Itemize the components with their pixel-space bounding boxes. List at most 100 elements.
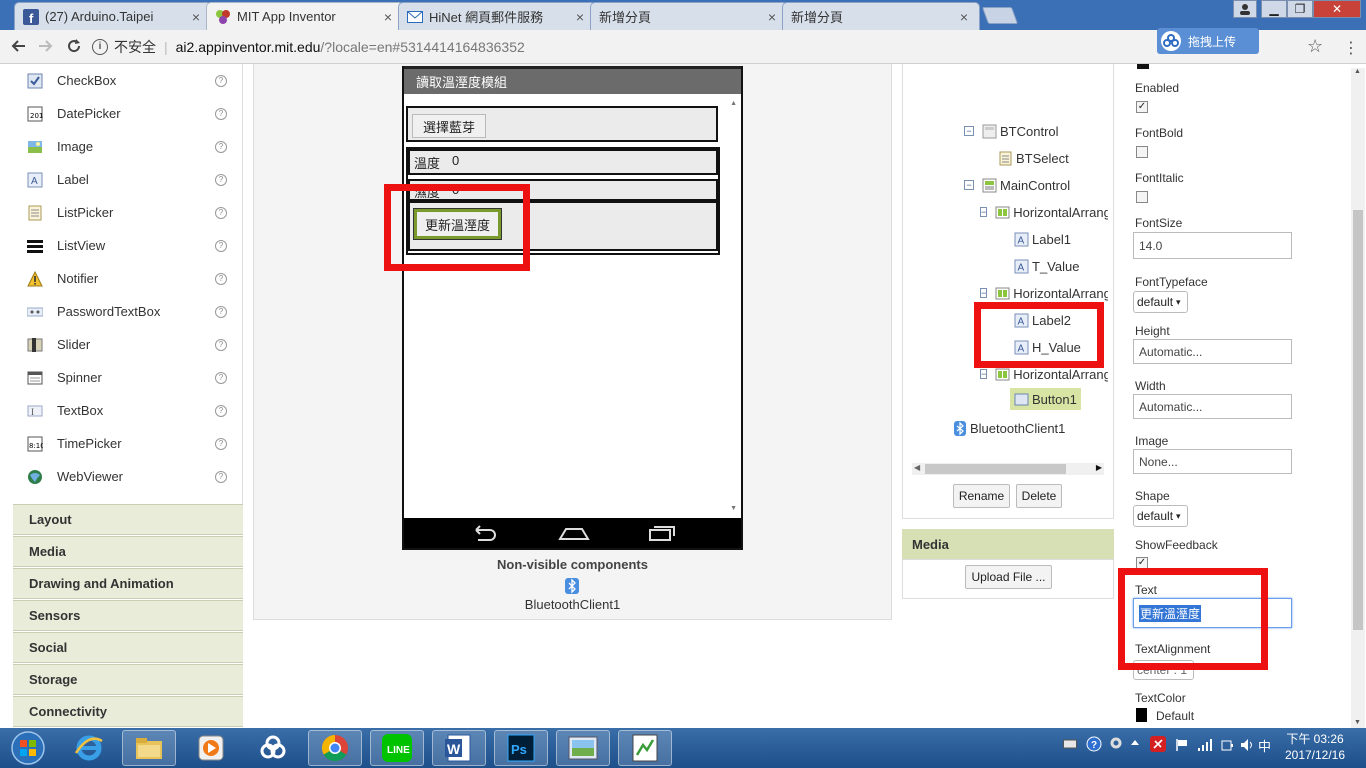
word-icon[interactable]: W <box>432 730 486 766</box>
palette-item-spinner[interactable]: Spinner ? <box>13 361 243 394</box>
tab-mit-app-inventor[interactable]: MIT App Inventor × <box>206 2 404 30</box>
palette-item-notifier[interactable]: Notifier ? <box>13 262 243 295</box>
system-clock[interactable]: 下午 03:26 2017/12/16 <box>1270 731 1360 763</box>
baidu-cloud-icon[interactable] <box>246 730 300 766</box>
scroll-up-icon[interactable]: ▲ <box>730 100 737 107</box>
flag-tray-icon[interactable] <box>1175 738 1189 755</box>
user-icon[interactable] <box>1233 0 1257 18</box>
help-icon[interactable]: ? <box>215 173 227 186</box>
forward-arrow-icon[interactable] <box>38 38 54 59</box>
photoshop-icon[interactable]: Ps <box>494 730 548 766</box>
scroll-right-icon[interactable]: ▶ <box>1096 463 1102 472</box>
prop-fonttypeface-dropdown[interactable]: default ▾ <box>1133 291 1188 313</box>
help-icon[interactable]: ? <box>215 107 227 120</box>
prop-textcolor-value[interactable]: Default <box>1156 709 1194 723</box>
tab-hinet-mail[interactable]: HiNet 網頁郵件服務 × <box>398 2 596 30</box>
arduino-ide-icon[interactable] <box>618 730 672 766</box>
tree-node-t-value[interactable]: A T_Value <box>1014 255 1079 277</box>
scroll-down-icon[interactable]: ▼ <box>730 505 737 512</box>
show-hidden-icons[interactable] <box>1130 737 1140 750</box>
tab-new-1[interactable]: 新增分頁 × <box>590 2 788 30</box>
help-icon[interactable]: ? <box>215 305 227 318</box>
palette-item-passwordtextbox[interactable]: PasswordTextBox ? <box>13 295 243 328</box>
line-icon[interactable]: LINE <box>370 730 424 766</box>
properties-vscroll[interactable]: ▲ ▼ <box>1351 68 1365 728</box>
palette-item-textbox[interactable]: I TextBox ? <box>13 394 243 427</box>
tree-node-horizontalarrangement2[interactable]: − HorizontalArrangement2 <box>980 282 1108 304</box>
back-arrow-icon[interactable] <box>10 38 26 59</box>
tab-new-2[interactable]: 新增分頁 × <box>782 2 980 30</box>
delete-button[interactable]: Delete <box>1016 484 1062 508</box>
collapse-toggle-icon[interactable]: − <box>980 369 988 379</box>
tab-close-icon[interactable]: × <box>573 9 587 25</box>
tab-close-icon[interactable]: × <box>381 9 395 25</box>
drag-upload-button[interactable]: 拖拽上传 <box>1157 28 1259 54</box>
file-explorer-icon[interactable] <box>122 730 176 766</box>
tab-close-icon[interactable]: × <box>765 9 779 25</box>
palette-category-media[interactable]: Media <box>13 536 243 567</box>
tree-node-horizontalarrangement1[interactable]: − HorizontalArrangement1 <box>980 201 1108 223</box>
help-icon[interactable]: ? <box>215 404 227 417</box>
nonvisible-bluetooth-client[interactable]: BluetoothClient1 <box>253 597 892 612</box>
prop-enabled-checkbox[interactable]: ✓ <box>1136 101 1148 113</box>
maincontrol-arrangement[interactable]: 溫度 0 濕度 0 更新溫溼度 <box>406 147 720 255</box>
palette-item-webviewer[interactable]: WebViewer ? <box>13 460 243 493</box>
prop-height-input[interactable]: Automatic... <box>1133 339 1292 364</box>
ie-icon[interactable] <box>62 730 116 766</box>
tree-node-button1[interactable]: Button1 <box>1010 388 1081 410</box>
address-bar[interactable]: i 不安全 | ai2.appinventor.mit.edu /?locale… <box>92 34 1337 60</box>
btcontrol-arrangement[interactable]: 選擇藍芽 <box>406 106 718 142</box>
restore-button[interactable]: ❐ <box>1287 0 1313 18</box>
help-icon[interactable]: ? <box>215 437 227 450</box>
update-readings-button[interactable]: 更新溫溼度 <box>412 208 503 240</box>
prop-fontbold-checkbox[interactable] <box>1136 146 1148 158</box>
network-tray-icon[interactable] <box>1197 738 1213 755</box>
minimize-button[interactable]: ▁ <box>1261 0 1287 18</box>
tree-node-h-value[interactable]: A H_Value <box>1014 336 1081 358</box>
browser-menu-icon[interactable]: ⋮ <box>1343 38 1359 58</box>
palette-item-listview[interactable]: ListView ? <box>13 229 243 262</box>
security-tray-icon[interactable] <box>1150 736 1166 755</box>
palette-item-checkbox[interactable]: CheckBox ? <box>13 64 243 97</box>
prop-fontitalic-checkbox[interactable] <box>1136 191 1148 203</box>
palette-category-drawing[interactable]: Drawing and Animation <box>13 568 243 599</box>
prop-textalignment-dropdown[interactable]: center : 1 <box>1133 660 1195 680</box>
help-icon[interactable]: ? <box>215 74 227 87</box>
palette-item-slider[interactable]: Slider ? <box>13 328 243 361</box>
horizontal-arrangement-3[interactable]: 更新溫溼度 <box>408 201 718 251</box>
prop-fontsize-input[interactable]: 14.0 <box>1133 232 1292 259</box>
bookmark-star-icon[interactable]: ☆ <box>1307 36 1323 57</box>
battery-tray-icon[interactable] <box>1220 738 1234 755</box>
media-player-icon[interactable] <box>184 730 238 766</box>
prop-textcolor-swatch[interactable] <box>1136 708 1147 722</box>
palette-item-timepicker[interactable]: 8:10 TimePicker ? <box>13 427 243 460</box>
prop-showfeedback-checkbox[interactable]: ✓ <box>1136 557 1148 569</box>
scroll-thumb[interactable] <box>925 464 1066 474</box>
info-icon[interactable]: i <box>92 39 108 55</box>
palette-item-listpicker[interactable]: ListPicker ? <box>13 196 243 229</box>
volume-tray-icon[interactable] <box>1240 738 1256 755</box>
tree-node-horizontalarrangement3[interactable]: − HorizontalArrangement3 <box>980 363 1108 385</box>
collapse-toggle-icon[interactable]: − <box>980 288 988 298</box>
horizontal-arrangement-1[interactable]: 溫度 0 <box>408 149 718 175</box>
tab-arduino-taipei[interactable]: f (27) Arduino.Taipei × <box>14 2 212 30</box>
scroll-left-icon[interactable]: ◀ <box>914 463 920 472</box>
prop-width-input[interactable]: Automatic... <box>1133 394 1292 419</box>
prop-shape-dropdown[interactable]: default ▾ <box>1133 505 1188 527</box>
upload-file-button[interactable]: Upload File ... <box>965 565 1052 589</box>
palette-item-image[interactable]: Image ? <box>13 130 243 163</box>
palette-category-connectivity[interactable]: Connectivity <box>13 696 243 727</box>
scroll-up-icon[interactable]: ▲ <box>1354 68 1361 75</box>
help-icon[interactable]: ? <box>215 272 227 285</box>
tab-close-icon[interactable]: × <box>957 9 971 25</box>
palette-item-label[interactable]: A Label ? <box>13 163 243 196</box>
palette-category-social[interactable]: Social <box>13 632 243 663</box>
tab-close-icon[interactable]: × <box>189 9 203 25</box>
bt-select-button[interactable]: 選擇藍芽 <box>412 114 487 138</box>
help-icon[interactable]: ? <box>215 338 227 351</box>
palette-category-storage[interactable]: Storage <box>13 664 243 695</box>
tree-node-label1[interactable]: A Label1 <box>1014 228 1071 250</box>
horizontal-arrangement-2[interactable]: 濕度 0 <box>408 179 718 201</box>
help-icon[interactable]: ? <box>215 470 227 483</box>
start-button[interactable] <box>0 730 56 766</box>
